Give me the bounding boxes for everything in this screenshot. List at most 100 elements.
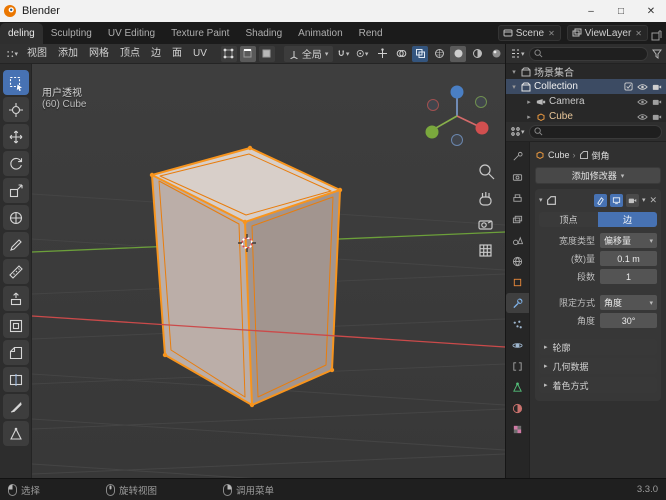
segments-field[interactable]: 1 (600, 269, 657, 284)
hide-eye-icon[interactable] (637, 83, 648, 91)
disable-render-icon[interactable] (652, 113, 662, 121)
angle-field[interactable]: 30° (600, 313, 657, 328)
maximize-button[interactable]: □ (606, 0, 636, 22)
browse-scene-icon[interactable] (503, 28, 513, 38)
tab-modifiers[interactable] (506, 293, 529, 313)
tab-physics[interactable] (506, 335, 529, 355)
section-shading[interactable]: ▸ 着色方式 (539, 377, 657, 393)
exclude-checkbox-icon[interactable] (624, 82, 633, 91)
add-modifier-button[interactable]: 添加修改器 ▾ (535, 167, 661, 184)
modifier-panel-header[interactable]: ▾ ▾ ✕ (539, 192, 657, 208)
section-geometry[interactable]: ▸ 几何数据 (539, 358, 657, 374)
tool-select-box-button[interactable] (3, 70, 29, 95)
tab-tool[interactable] (506, 146, 529, 166)
tab-world[interactable] (506, 251, 529, 271)
workspace-tab-shading[interactable]: Shading (237, 23, 290, 44)
width-type-dropdown[interactable]: 偏移量 ▾ (600, 233, 657, 248)
show-gizmo-icon[interactable] (374, 46, 390, 62)
expand-caret-icon[interactable]: ▾ (510, 68, 518, 76)
menu-face[interactable]: 面 (167, 44, 187, 63)
close-button[interactable]: ✕ (636, 0, 666, 22)
view-layer-name[interactable]: ViewLayer (585, 28, 632, 39)
tab-object[interactable] (506, 272, 529, 292)
workspace-tab-rendering[interactable]: Rend (351, 23, 391, 44)
hide-eye-icon[interactable] (637, 113, 648, 121)
toggle-render-display-icon[interactable] (625, 193, 639, 207)
expand-caret-icon[interactable]: ▾ (510, 83, 518, 91)
filter-icon[interactable] (652, 49, 662, 59)
tool-move-button[interactable] (3, 124, 29, 149)
tab-view-layer[interactable] (506, 209, 529, 229)
tab-output[interactable] (506, 188, 529, 208)
tool-measure-button[interactable] (3, 259, 29, 284)
toggle-edit-mode-display-icon[interactable] (593, 193, 607, 207)
new-view-layer-icon[interactable] (651, 30, 662, 41)
workspace-tab-texture-paint[interactable]: Texture Paint (163, 23, 237, 44)
shading-solid-icon[interactable] (450, 45, 467, 62)
gizmo-x-axis[interactable] (475, 121, 489, 135)
shading-wireframe-icon[interactable] (431, 46, 447, 62)
tool-poly-build-button[interactable] (3, 421, 29, 446)
gizmo-z-neg[interactable] (451, 134, 463, 146)
camera-view-icon[interactable] (478, 220, 493, 230)
workspace-tab-animation[interactable]: Animation (290, 23, 350, 44)
gizmo-x-neg[interactable] (427, 99, 439, 111)
remove-modifier-icon[interactable]: ✕ (649, 195, 657, 206)
remove-view-layer-icon[interactable]: ✕ (634, 29, 643, 38)
outliner-row-cube[interactable]: ▸ Cube (506, 109, 666, 122)
menu-edge[interactable]: 边 (146, 44, 166, 63)
tab-particles[interactable] (506, 314, 529, 334)
tool-knife-button[interactable] (3, 394, 29, 419)
viewport-canvas[interactable]: 用户透视 (60) Cube (32, 64, 505, 478)
vertex-select-mode-button[interactable] (220, 45, 237, 62)
tool-inset-faces-button[interactable] (3, 313, 29, 338)
hide-eye-icon[interactable] (637, 98, 648, 106)
tab-object-data[interactable] (506, 377, 529, 397)
show-overlays-icon[interactable] (393, 46, 409, 62)
edge-select-mode-button[interactable] (239, 45, 256, 62)
expand-caret-icon[interactable]: ▸ (525, 113, 533, 121)
menu-view[interactable]: 视图 (22, 44, 52, 63)
tab-scene[interactable] (506, 230, 529, 250)
gizmo-y-neg[interactable] (475, 96, 487, 108)
zoom-icon[interactable] (479, 164, 495, 180)
minimize-button[interactable]: – (576, 0, 606, 22)
tool-loop-cut-button[interactable] (3, 367, 29, 392)
shading-material-icon[interactable] (469, 46, 485, 62)
workspace-tab-modeling[interactable]: deling (0, 23, 43, 44)
view-layer-selector[interactable]: ViewLayer ✕ (566, 25, 648, 41)
tool-extrude-region-button[interactable] (3, 286, 29, 311)
gizmo-y-axis[interactable] (425, 125, 439, 139)
workspace-tab-uv-editing[interactable]: UV Editing (100, 23, 163, 44)
proportional-editing-icon[interactable]: ▾ (354, 46, 370, 62)
ortho-grid-icon[interactable] (479, 244, 492, 257)
tool-scale-button[interactable] (3, 178, 29, 203)
transform-orientation-dropdown[interactable]: 全局 ▾ (283, 45, 334, 62)
tool-transform-button[interactable] (3, 205, 29, 230)
navigation-gizmo[interactable] (425, 85, 489, 146)
tab-render[interactable] (506, 167, 529, 187)
outliner-row-camera[interactable]: ▸ Camera (506, 94, 666, 109)
tool-bevel-button[interactable] (3, 340, 29, 365)
shading-rendered-icon[interactable] (488, 46, 504, 62)
snap-magnet-icon[interactable]: ▾ (335, 46, 351, 62)
face-select-mode-button[interactable] (258, 45, 275, 62)
scene-selector[interactable]: Scene ✕ (497, 25, 561, 41)
tool-rotate-button[interactable] (3, 151, 29, 176)
scene-name[interactable]: Scene (516, 28, 544, 39)
amount-field[interactable]: 0.1 m (600, 251, 657, 266)
toggle-xray-icon[interactable] (412, 45, 429, 62)
outliner-row-scene-collection[interactable]: ▾ 场景集合 (506, 64, 666, 79)
unlink-scene-icon[interactable]: ✕ (547, 29, 556, 38)
menu-add[interactable]: 添加 (53, 44, 83, 63)
menu-vertex[interactable]: 顶点 (115, 44, 145, 63)
editor-type-icon[interactable]: ▾ (4, 46, 20, 62)
outliner-editor-type-icon[interactable]: ▾ (510, 48, 525, 59)
affect-edges-button[interactable]: 边 (598, 212, 657, 227)
tab-material[interactable] (506, 398, 529, 418)
workspace-tab-sculpting[interactable]: Sculpting (43, 23, 100, 44)
disable-render-icon[interactable] (652, 83, 662, 91)
breadcrumb-modifier[interactable]: 倒角 (592, 149, 610, 162)
tab-texture[interactable] (506, 419, 529, 439)
disable-render-icon[interactable] (652, 98, 662, 106)
